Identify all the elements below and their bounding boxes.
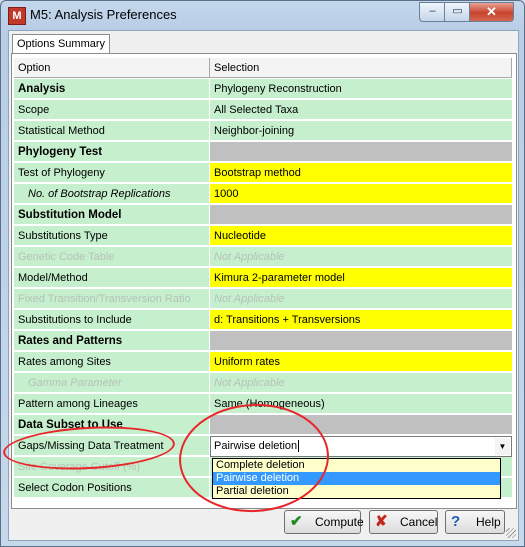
table-row[interactable]: Scope All Selected Taxa [14,100,512,121]
table-row: Analysis Phylogeny Reconstruction [14,79,512,100]
selection-cell[interactable]: 1000 [210,184,512,204]
check-icon: ✔ [290,513,303,530]
table-row[interactable]: No. of Bootstrap Replications 1000 [14,184,512,205]
minimize-button[interactable]: – [419,2,446,22]
option-cell: Model/Method [14,268,210,288]
section-row: Phylogeny Test [14,142,512,163]
selection-cell[interactable]: Uniform rates [210,352,512,372]
option-cell: Analysis [14,79,210,99]
option-cell: Test of Phylogeny [14,163,210,183]
chevron-down-icon[interactable]: ▼ [495,438,510,455]
window-title: M5: Analysis Preferences [30,7,177,22]
selection-cell[interactable]: d: Transitions + Transversions [210,310,512,330]
section-label: Phylogeny Test [14,142,210,162]
compute-button-label: Compute [315,515,364,529]
selection-cell[interactable]: Neighbor-joining [210,121,512,141]
option-cell: Substitutions Type [14,226,210,246]
option-cell: No. of Bootstrap Replications [14,184,210,204]
x-icon: ✘ [375,513,388,530]
table-row: Fixed Transition/Transversion Ratio Not … [14,289,512,310]
close-button[interactable]: ✕ [469,2,514,22]
question-icon: ? [451,513,461,530]
option-cell: Gamma Parameter [14,373,210,393]
option-cell: Genetic Code Table [14,247,210,267]
dialog-client-area: Options Summary Option Selection Analysi… [2,30,519,541]
cancel-button[interactable]: ✘ Cancel [369,510,438,534]
selection-cell[interactable]: All Selected Taxa [210,100,512,120]
grid-header: Option Selection [14,58,512,79]
selection-cell: Not Applicable [210,373,512,393]
cancel-button-label: Cancel [400,515,438,529]
help-button-label: Help [476,515,501,529]
selection-cell [210,331,512,351]
analysis-preferences-window: M M5: Analysis Preferences – ▭ ✕ Options… [0,0,525,547]
selection-cell[interactable]: Bootstrap method [210,163,512,183]
maximize-button[interactable]: ▭ [444,2,471,22]
table-row[interactable]: Rates among Sites Uniform rates [14,352,512,373]
section-row: Substitution Model [14,205,512,226]
help-button[interactable]: ? Help [445,510,505,534]
selection-cell: Phylogeny Reconstruction [210,79,512,99]
option-cell: Select Codon Positions [14,478,210,498]
title-bar[interactable]: M M5: Analysis Preferences – ▭ ✕ [1,1,524,29]
resize-grip-icon[interactable] [506,528,516,538]
table-row[interactable]: Statistical Method Neighbor-joining [14,121,512,142]
option-cell: Rates among Sites [14,352,210,372]
mega-app-icon: M [8,7,26,25]
selection-cell [210,142,512,162]
selection-cell [210,205,512,225]
table-row[interactable]: Substitutions Type Nucleotide [14,226,512,247]
selection-column-header: Selection [210,58,512,78]
section-label: Substitution Model [14,205,210,225]
option-cell: Statistical Method [14,121,210,141]
table-row: Gamma Parameter Not Applicable [14,373,512,394]
option-cell: Substitutions to Include [14,310,210,330]
table-row: Genetic Code Table Not Applicable [14,247,512,268]
table-row[interactable]: Substitutions to Include d: Transitions … [14,310,512,331]
selection-cell: Not Applicable [210,289,512,309]
compute-button[interactable]: ✔ Compute [284,510,364,534]
selection-cell: Not Applicable [210,247,512,267]
section-label: Rates and Patterns [14,331,210,351]
table-row[interactable]: Test of Phylogeny Bootstrap method [14,163,512,184]
section-row: Rates and Patterns [14,331,512,352]
tab-options-summary[interactable]: Options Summary [12,34,110,54]
option-cell: Scope [14,100,210,120]
table-row[interactable]: Model/Method Kimura 2-parameter model [14,268,512,289]
option-cell: Pattern among Lineages [14,394,210,414]
option-column-header: Option [14,58,210,78]
option-cell: Fixed Transition/Transversion Ratio [14,289,210,309]
selection-cell[interactable]: Nucleotide [210,226,512,246]
selection-cell[interactable]: Kimura 2-parameter model [210,268,512,288]
